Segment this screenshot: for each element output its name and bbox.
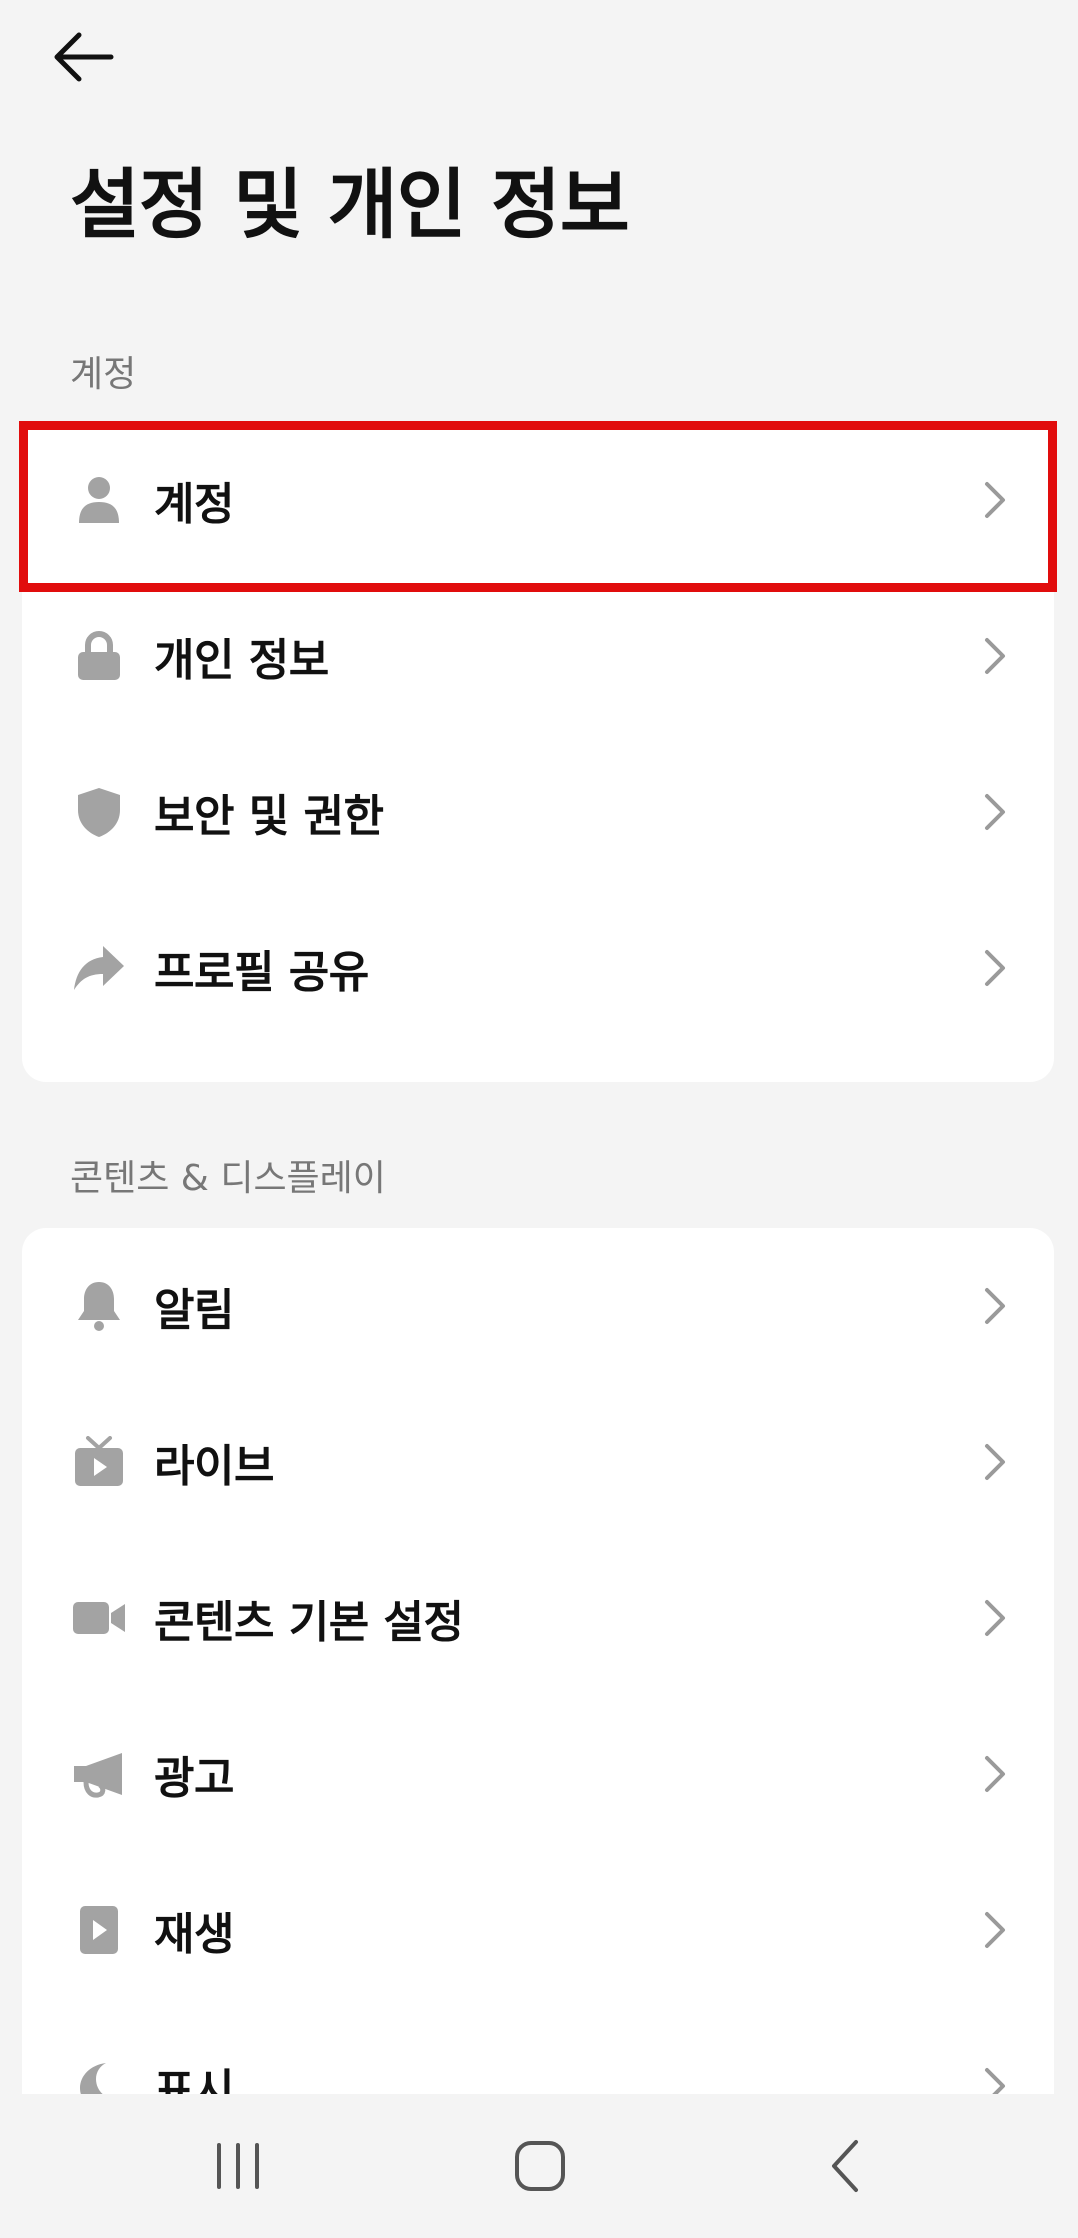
back-icon (832, 2140, 858, 2192)
recent-apps-button[interactable] (193, 2124, 283, 2208)
home-button[interactable] (495, 2124, 585, 2208)
system-back-button[interactable] (800, 2124, 890, 2208)
system-navigation-bar (0, 2094, 1078, 2238)
section-label-content-display: 콘텐츠 & 디스플레이 (70, 1158, 386, 1199)
chevron-right-icon (978, 944, 1012, 992)
settings-item-label: 계정 (154, 479, 234, 530)
chevron-right-icon (978, 1438, 1012, 1486)
content-display-card: 알림 라이브 콘텐츠 기본 설정 광고 재생 표시 (22, 1228, 1054, 2094)
chevron-right-icon (978, 1282, 1012, 1330)
recent-apps-icon (217, 2143, 259, 2189)
person-icon (72, 473, 126, 527)
back-button[interactable] (46, 24, 120, 90)
section-label-account: 계정 (70, 354, 137, 395)
chevron-right-icon (978, 632, 1012, 680)
settings-item-account[interactable]: 계정 (22, 422, 1054, 578)
settings-item-display[interactable]: 표시 (22, 2008, 1054, 2094)
account-settings-card: 계정 개인 정보 보안 및 권한 프로필 공유 (22, 422, 1054, 1082)
settings-item-label: 재생 (154, 1909, 234, 1960)
home-icon (515, 2141, 565, 2191)
settings-item-label: 보안 및 권한 (154, 791, 384, 842)
settings-item-ads[interactable]: 광고 (22, 1696, 1054, 1852)
tv-icon (72, 1435, 126, 1489)
chevron-right-icon (978, 788, 1012, 836)
settings-item-live[interactable]: 라이브 (22, 1384, 1054, 1540)
chevron-right-icon (978, 476, 1012, 524)
settings-item-label: 광고 (154, 1753, 234, 1804)
moon-icon (72, 2059, 126, 2094)
play-icon (72, 1903, 126, 1957)
settings-item-content-preferences[interactable]: 콘텐츠 기본 설정 (22, 1540, 1054, 1696)
arrow-left-icon (54, 32, 114, 82)
video-camera-icon (72, 1591, 126, 1645)
settings-item-label: 콘텐츠 기본 설정 (154, 1597, 464, 1648)
settings-item-privacy[interactable]: 개인 정보 (22, 578, 1054, 734)
share-icon (72, 941, 126, 995)
chevron-right-icon (978, 1594, 1012, 1642)
chevron-right-icon (978, 1906, 1012, 1954)
megaphone-icon (72, 1747, 126, 1801)
settings-item-label: 라이브 (154, 1441, 274, 1492)
settings-item-label: 표시 (154, 2065, 234, 2094)
scroll-viewport[interactable]: 알림 라이브 콘텐츠 기본 설정 광고 재생 표시 (0, 1228, 1078, 2094)
settings-item-security[interactable]: 보안 및 권한 (22, 734, 1054, 890)
settings-item-share-profile[interactable]: 프로필 공유 (22, 890, 1054, 1046)
settings-item-notifications[interactable]: 알림 (22, 1228, 1054, 1384)
page-title: 설정 및 개인 정보 (70, 160, 630, 249)
settings-item-label: 개인 정보 (154, 635, 329, 686)
bell-icon (72, 1279, 126, 1333)
chevron-right-icon (978, 2062, 1012, 2094)
settings-item-playback[interactable]: 재생 (22, 1852, 1054, 2008)
chevron-right-icon (978, 1750, 1012, 1798)
settings-item-label: 알림 (154, 1285, 234, 1336)
shield-icon (72, 785, 126, 839)
lock-icon (72, 629, 126, 683)
settings-item-label: 프로필 공유 (154, 947, 369, 998)
